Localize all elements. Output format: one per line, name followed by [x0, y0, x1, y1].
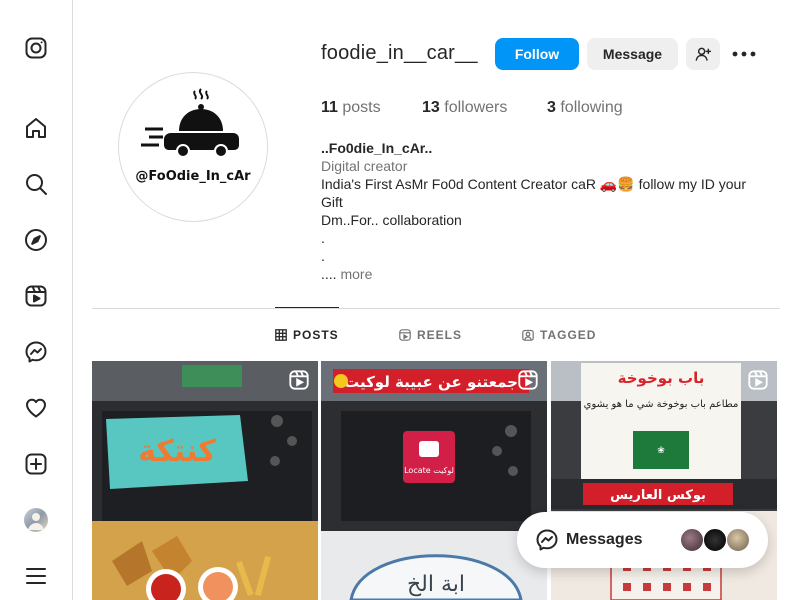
- message-avatar: [726, 528, 750, 552]
- messages-drawer-button[interactable]: Messages: [517, 512, 768, 568]
- messenger-icon[interactable]: [24, 340, 48, 364]
- instagram-logo-icon[interactable]: [24, 36, 48, 60]
- tab-reels-label: REELS: [417, 328, 463, 342]
- options-button[interactable]: [730, 42, 758, 66]
- home-icon[interactable]: [24, 116, 48, 140]
- bio-display-name: ..Fo0die_In_cAr..: [321, 140, 433, 156]
- active-tab-indicator: [275, 307, 339, 308]
- reel-badge-icon: [518, 370, 538, 390]
- message-avatar: [703, 528, 727, 552]
- post-thumbnail[interactable]: جمعتنو عن عبيبة لوكيت Locate لوكيت ابة ا…: [321, 361, 547, 600]
- message-avatar: [680, 528, 704, 552]
- svg-text:ابة الخ: ابة الخ: [407, 572, 465, 597]
- bio-line: .: [321, 248, 325, 264]
- following-link[interactable]: 3 following: [547, 99, 623, 117]
- tab-tagged-label: TAGGED: [540, 328, 597, 342]
- post-image-kentucky: كنتكة: [92, 361, 318, 600]
- sidebar: [0, 0, 73, 600]
- more-dots-icon: [732, 51, 756, 57]
- post2-caption: جمعتنو عن عبيبة لوكيت: [344, 373, 518, 391]
- post3-subcaption: مطاعم باب بوخوخة شي ما هو يشوي: [584, 399, 739, 410]
- tab-tagged[interactable]: TAGGED: [522, 328, 596, 342]
- bio-category: Digital creator: [321, 158, 408, 174]
- bio-line: .... more: [321, 265, 761, 283]
- post1-caption: كنتكة: [138, 434, 216, 469]
- post3-banner: بوكس العاريس: [610, 488, 706, 503]
- suggested-users-button[interactable]: [686, 38, 720, 70]
- followers-link[interactable]: 13 followers: [422, 99, 507, 117]
- profile-username: foodie_in__car__: [321, 42, 478, 64]
- svg-text:❀: ❀: [657, 446, 665, 456]
- bio-line: India's First AsMr Fo0d Content Creator …: [321, 176, 746, 210]
- heart-icon[interactable]: [24, 396, 48, 420]
- reels-tab-icon: [399, 329, 411, 341]
- messages-label: Messages: [566, 531, 643, 548]
- explore-compass-icon[interactable]: [24, 228, 48, 252]
- bio-ellipsis: ....: [321, 266, 337, 282]
- post2-badge: Locate لوكيت: [404, 466, 454, 475]
- profile-avatar-icon[interactable]: [24, 508, 48, 532]
- tagged-icon: [522, 329, 534, 341]
- reels-icon[interactable]: [24, 284, 48, 308]
- profile-bio: ..Fo0die_In_cAr.. Digital creator India'…: [321, 139, 761, 283]
- message-button[interactable]: Message: [587, 38, 678, 70]
- following-count: 3: [547, 99, 556, 116]
- profile-picture[interactable]: @FoOdie_In_cAr: [118, 72, 268, 222]
- post-thumbnail[interactable]: كنتكة: [92, 361, 318, 600]
- reel-badge-icon: [289, 370, 309, 390]
- tab-posts[interactable]: POSTS: [275, 328, 339, 342]
- followers-label: followers: [444, 99, 508, 116]
- posts-count-stat: 11 posts: [321, 99, 381, 117]
- bio-line: .: [321, 230, 325, 246]
- search-icon[interactable]: [24, 172, 48, 196]
- tab-reels[interactable]: REELS: [399, 328, 462, 342]
- add-user-icon: [695, 47, 711, 61]
- profile-logo-text: @FoOdie_In_cAr: [135, 169, 251, 184]
- post-image-locate: جمعتنو عن عبيبة لوكيت Locate لوكيت ابة ا…: [321, 361, 547, 600]
- post3-caption: باب بوخوخة: [618, 369, 705, 387]
- reel-badge-icon: [748, 370, 768, 390]
- food-car-logo-icon: [141, 88, 239, 158]
- grid-icon: [275, 329, 287, 341]
- messenger-icon: [536, 529, 558, 551]
- posts-count: 11: [321, 99, 338, 116]
- following-label: following: [560, 99, 623, 116]
- posts-label: posts: [342, 99, 381, 116]
- followers-count: 13: [422, 99, 440, 116]
- tab-posts-label: POSTS: [293, 328, 339, 342]
- create-plus-icon[interactable]: [24, 452, 48, 476]
- tabs-divider: [92, 308, 780, 309]
- bio-more-link[interactable]: more: [340, 266, 372, 282]
- menu-hamburger-icon[interactable]: [24, 564, 48, 588]
- follow-button[interactable]: Follow: [495, 38, 579, 70]
- bio-line: Dm..For.. collaboration: [321, 212, 462, 228]
